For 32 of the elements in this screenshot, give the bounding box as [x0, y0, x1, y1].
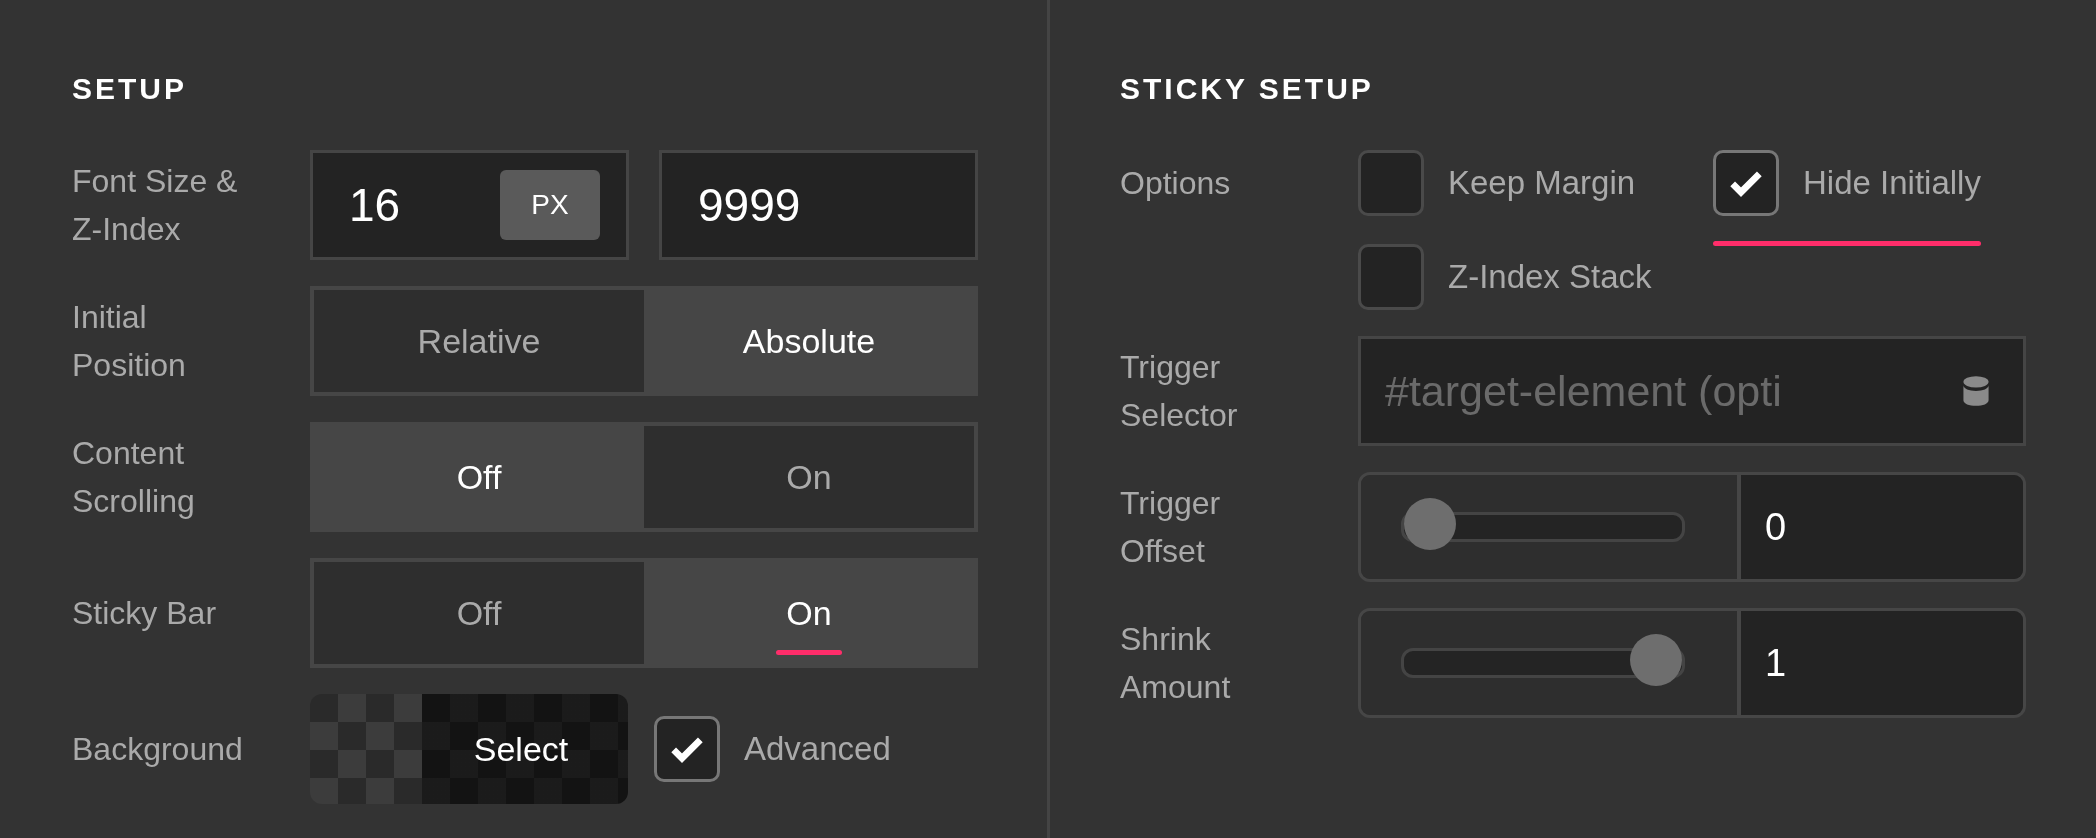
field-label: Sticky Bar — [72, 594, 218, 633]
checkbox-label: Z-Index Stack — [1448, 258, 1652, 296]
field-label: Initial Position — [72, 298, 187, 385]
slider-thumb[interactable] — [1404, 498, 1456, 550]
checkbox[interactable] — [1358, 150, 1424, 216]
slider-thumb[interactable] — [1630, 634, 1682, 686]
field-label: Content Scrolling — [72, 434, 196, 521]
font-size-field[interactable]: 16 PX — [310, 150, 629, 260]
checkbox[interactable] — [1358, 244, 1424, 310]
selector-field[interactable]: #target-element (opti — [1358, 336, 2026, 446]
checkbox[interactable] — [1713, 150, 1779, 216]
field-label: Trigger Offset — [1120, 484, 1222, 571]
z-index-field[interactable]: 9999 — [659, 150, 978, 260]
value-field[interactable]: 0 — [1741, 475, 2023, 579]
select-button[interactable]: Select — [310, 694, 628, 804]
field-label: Font Size & Z-Index — [72, 162, 239, 249]
section-title: SETUP — [72, 72, 189, 106]
field-label: Background — [72, 730, 244, 769]
field-label: Trigger Selector — [1120, 348, 1239, 435]
section-title: STICKY SETUP — [1120, 72, 1375, 106]
checkbox[interactable] — [654, 716, 720, 782]
segment-button[interactable]: Off — [314, 562, 644, 664]
checkbox-label: Keep Margin — [1448, 164, 1636, 202]
field-label: Shrink Amount — [1120, 620, 1232, 707]
database-icon — [1962, 375, 1990, 407]
segment-button[interactable]: Relative — [314, 290, 644, 392]
checkbox-label: Hide Initially — [1803, 164, 1981, 202]
unit-button[interactable]: PX — [500, 170, 600, 240]
field-label: Options — [1120, 164, 1232, 203]
segment-button[interactable]: On — [644, 426, 974, 528]
value-field[interactable]: 1 — [1741, 611, 2023, 715]
checkbox-label: Advanced — [744, 730, 891, 768]
